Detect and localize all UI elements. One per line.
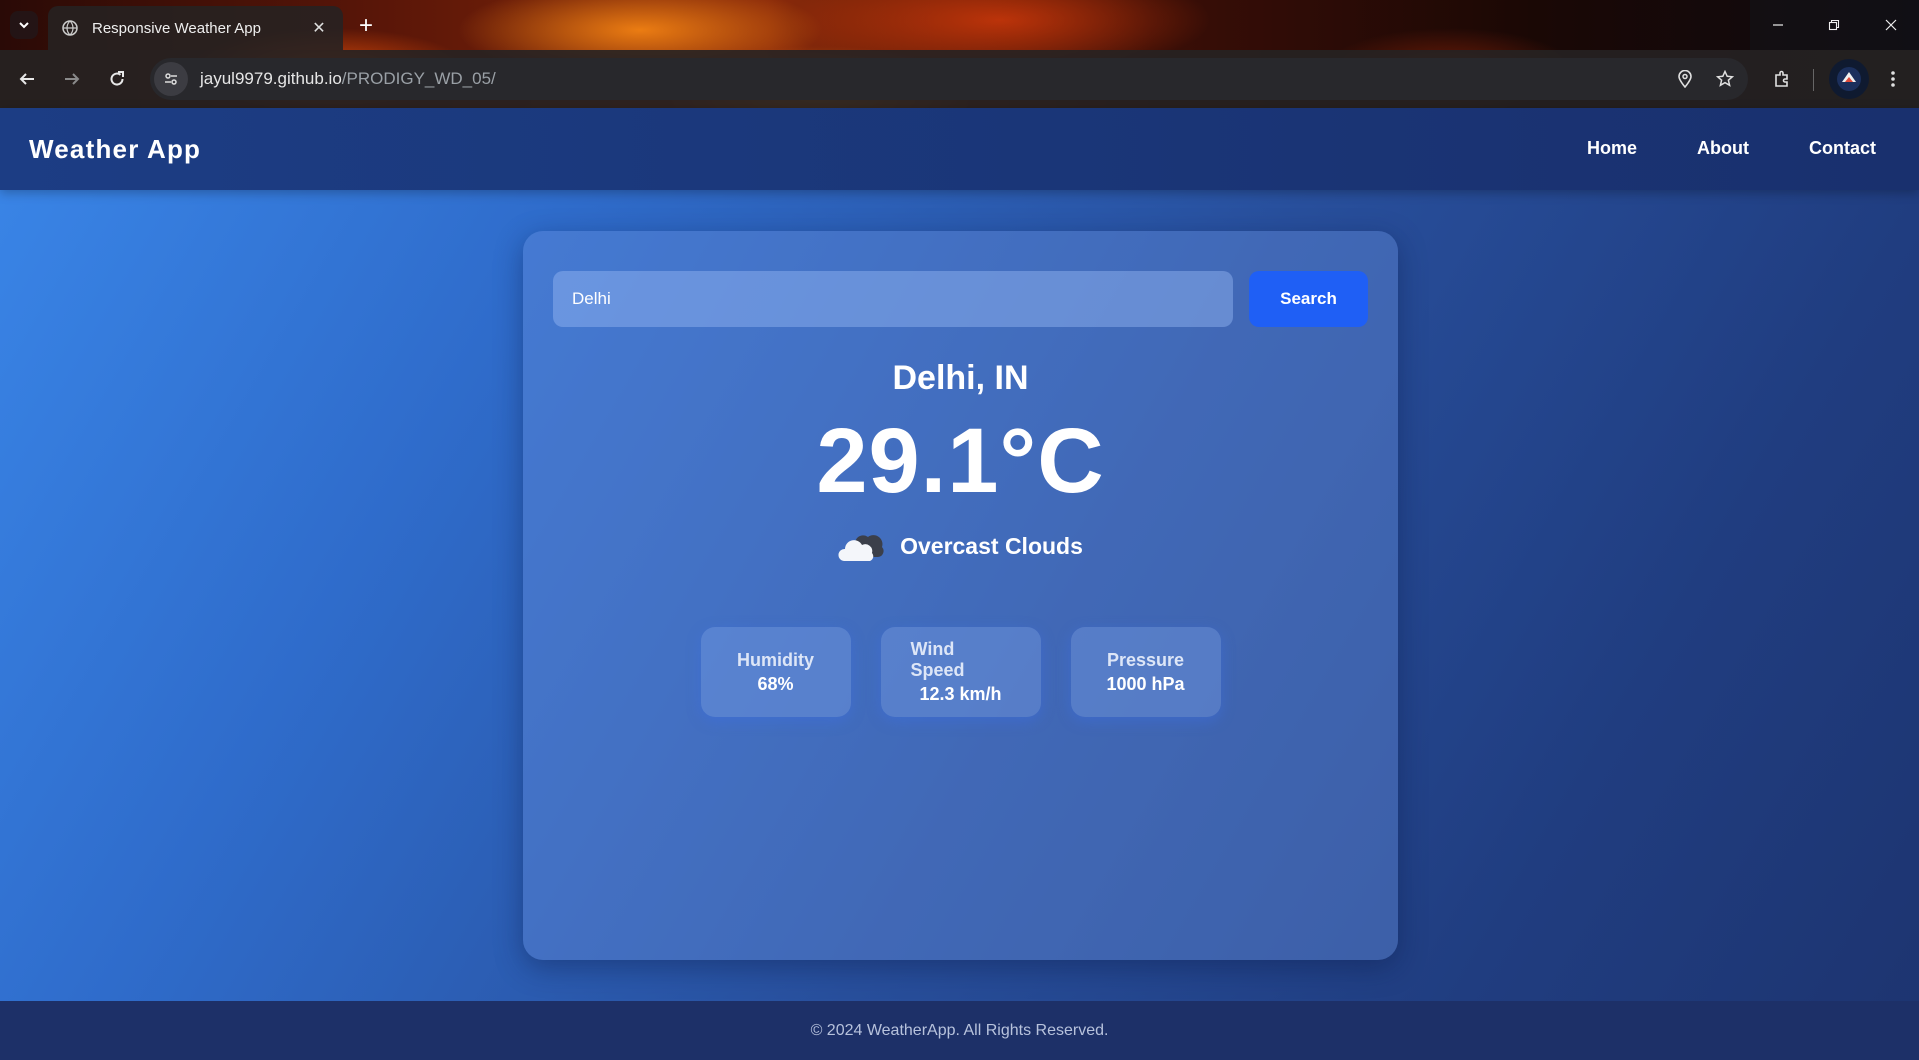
url-host: jayul9979.github.io xyxy=(200,69,342,88)
profile-avatar[interactable] xyxy=(1829,59,1869,99)
close-window-button[interactable] xyxy=(1862,0,1919,50)
nav-link-home[interactable]: Home xyxy=(1587,138,1637,159)
toolbar-divider xyxy=(1813,69,1814,91)
humidity-stat: Humidity 68% xyxy=(700,627,851,717)
stat-label: Humidity xyxy=(736,649,814,670)
pressure-stat: Pressure 1000 hPa xyxy=(1070,627,1221,717)
stat-value: 68% xyxy=(757,673,794,694)
site-header: Weather App Home About Contact xyxy=(0,108,1919,190)
nav-link-about[interactable]: About xyxy=(1697,138,1749,159)
search-row: Search xyxy=(553,271,1368,327)
site-logo[interactable]: Weather App xyxy=(29,134,201,165)
page: Weather App Home About Contact Search De… xyxy=(0,108,1919,1060)
back-button[interactable] xyxy=(10,62,44,96)
cloud-icon xyxy=(838,535,884,561)
restore-icon xyxy=(1828,19,1840,31)
puzzle-icon xyxy=(1775,70,1788,87)
browser-menu-button[interactable] xyxy=(1876,62,1910,96)
main-nav: Home About Contact xyxy=(1587,138,1876,159)
chevron-down-icon xyxy=(19,22,29,29)
close-icon xyxy=(1885,19,1896,31)
reload-icon xyxy=(110,71,124,86)
extensions-button[interactable] xyxy=(1765,62,1799,96)
new-tab-button[interactable]: + xyxy=(352,12,380,40)
condition-description: Overcast Clouds xyxy=(900,532,1083,559)
stat-value: 1000 hPa xyxy=(1106,673,1185,694)
city-name: Delhi, IN xyxy=(892,359,1029,397)
url-text: jayul9979.github.io/PRODIGY_WD_05/ xyxy=(200,69,1668,89)
url-path: /PRODIGY_WD_05/ xyxy=(341,69,496,88)
nav-link-contact[interactable]: Contact xyxy=(1809,138,1876,159)
city-search-input[interactable] xyxy=(553,271,1233,327)
arrow-right-icon xyxy=(65,73,80,85)
stat-value: 12.3 km/h xyxy=(919,684,1002,704)
stats-row: Humidity 68% Wind Speed 12.3 km/h Pressu… xyxy=(523,627,1398,717)
location-icon[interactable] xyxy=(1668,62,1702,96)
wind-speed-stat: Wind Speed 12.3 km/h xyxy=(880,627,1041,717)
forward-button[interactable] xyxy=(55,62,89,96)
site-footer: © 2024 WeatherApp. All Rights Reserved. xyxy=(0,1001,1919,1060)
search-button[interactable]: Search xyxy=(1249,271,1368,327)
temperature: 29.1°C xyxy=(816,410,1105,512)
site-info-icon[interactable] xyxy=(154,62,188,96)
globe-icon xyxy=(62,19,80,37)
weather-card: Search Delhi, IN 29.1°C Overcast Clouds … xyxy=(523,231,1398,960)
minimize-button[interactable] xyxy=(1750,0,1806,50)
restore-button[interactable] xyxy=(1806,0,1862,50)
tab-title: Responsive Weather App xyxy=(92,19,261,37)
tab-search-button[interactable] xyxy=(10,11,38,39)
browser-tab[interactable]: Responsive Weather App ✕ xyxy=(48,6,343,50)
stat-label: Pressure xyxy=(1106,649,1185,670)
stat-label: Wind Speed xyxy=(910,639,965,680)
footer-copyright: © 2024 WeatherApp. All Rights Reserved. xyxy=(810,1021,1109,1039)
tab-bar: Responsive Weather App ✕ + xyxy=(0,0,1919,50)
close-tab-icon[interactable]: ✕ xyxy=(309,18,329,38)
arrow-left-icon xyxy=(19,73,34,85)
more-vertical-icon xyxy=(1891,71,1895,87)
condition-row: Overcast Clouds xyxy=(523,529,1398,563)
minimize-icon xyxy=(1773,24,1783,26)
browser-toolbar: jayul9979.github.io/PRODIGY_WD_05/ xyxy=(0,50,1919,108)
address-bar[interactable]: jayul9979.github.io/PRODIGY_WD_05/ xyxy=(150,58,1748,100)
browser-chrome: Responsive Weather App ✕ + jayul9979.git… xyxy=(0,0,1919,108)
bookmark-star-icon[interactable] xyxy=(1708,62,1742,96)
reload-button[interactable] xyxy=(100,62,134,96)
